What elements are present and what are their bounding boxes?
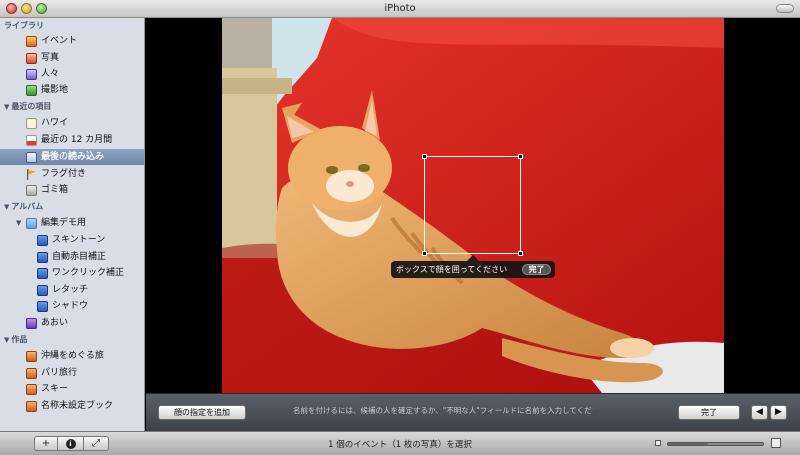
sidebar-item-project[interactable]: スキー [0, 381, 144, 397]
sidebar-item-album[interactable]: ワンクリック補正 [0, 265, 144, 281]
face-selection-box[interactable] [422, 154, 523, 256]
hint-done-button[interactable]: 完了 [522, 264, 551, 275]
sidebar-item-hawaii[interactable]: ハワイ [0, 115, 144, 131]
album-icon [37, 235, 48, 246]
album-icon [37, 301, 48, 312]
event-icon [26, 118, 37, 129]
book-icon [26, 351, 37, 362]
done-button[interactable]: 完了 [678, 405, 740, 420]
sidebar-item-album[interactable]: 自動赤目補正 [0, 249, 144, 265]
title-bar: iPhoto [0, 0, 800, 18]
folder-icon [26, 218, 37, 229]
disclosure-triangle-icon[interactable]: ▼ [4, 101, 9, 113]
sidebar-item-album[interactable]: シャドウ [0, 298, 144, 314]
album-icon [37, 252, 48, 263]
recent-header[interactable]: ▼ 最近の項目 [4, 101, 51, 113]
source-list: ライブラリ イベント 写真 人々 撮影地 ▼ 最近の項目 ハワイ 最近の 12 カ… [0, 18, 145, 431]
faces-message: 名前を付けるには、候補の人を確定するか、"不明な人"フィールドに名前を入力してく… [293, 406, 593, 415]
arrow-right-icon: ▶ [775, 407, 782, 417]
sidebar-item-album[interactable]: レタッチ [0, 282, 144, 298]
zoom-large-icon [771, 438, 781, 448]
resize-handle[interactable] [518, 251, 523, 256]
toolbar-toggle-button[interactable] [776, 4, 794, 13]
disclosure-triangle-icon[interactable]: ▼ [4, 334, 9, 346]
sidebar-item-events[interactable]: イベント [0, 33, 144, 49]
sidebar-item-flagged[interactable]: フラグ付き [0, 166, 144, 182]
people-icon [26, 69, 37, 80]
events-icon [26, 36, 37, 47]
sidebar-item-smart-album[interactable]: あおい [0, 315, 144, 331]
sidebar-item-album[interactable]: スキントーン [0, 232, 144, 248]
photos-icon [26, 53, 37, 64]
arrow-left-icon: ◀ [756, 407, 763, 417]
sidebar-item-photos[interactable]: 写真 [0, 50, 144, 66]
add-face-button[interactable]: 顔の指定を追加 [158, 405, 246, 420]
library-header: ライブラリ [4, 21, 44, 30]
sidebar-item-project[interactable]: パリ旅行 [0, 365, 144, 381]
next-photo-button[interactable]: ▶ [770, 405, 787, 420]
face-hint-popup: ボックスで顔を囲ってください 完了 [391, 261, 555, 278]
disclosure-triangle-icon[interactable]: ▼ [16, 215, 21, 231]
book-icon [26, 384, 37, 395]
previous-photo-button[interactable]: ◀ [751, 405, 768, 420]
albums-header[interactable]: ▼ アルバム [4, 201, 43, 213]
disclosure-triangle-icon[interactable]: ▼ [4, 201, 9, 213]
sidebar-item-trash[interactable]: ゴミ箱 [0, 182, 144, 198]
resize-handle[interactable] [518, 154, 523, 159]
sidebar-item-places[interactable]: 撮影地 [0, 82, 144, 98]
import-icon [26, 152, 37, 163]
sidebar-item-last-import[interactable]: 最後の読み込み [0, 149, 144, 165]
book-icon [26, 401, 37, 412]
resize-handle[interactable] [422, 154, 427, 159]
book-icon [26, 368, 37, 379]
flag-icon [26, 169, 37, 180]
sidebar-item-project[interactable]: 沖縄をめぐる旅 [0, 348, 144, 364]
projects-header[interactable]: ▼ 作品 [4, 334, 27, 346]
sidebar-item-last-12-months[interactable]: 最近の 12 カ月間 [0, 132, 144, 148]
hint-text: ボックスで顔を囲ってください [396, 265, 508, 274]
zoom-slider-fill [668, 443, 708, 445]
window-title: iPhoto [384, 3, 416, 14]
places-icon [26, 85, 37, 96]
sidebar-item-project[interactable]: 名称未設定ブック [0, 398, 144, 414]
sidebar-item-people[interactable]: 人々 [0, 66, 144, 82]
smart-album-icon [26, 318, 37, 329]
zoom-slider[interactable] [667, 442, 764, 446]
faces-bar: 顔の指定を追加 名前を付けるには、候補の人を確定するか、"不明な人"フィールドに… [146, 393, 800, 431]
trash-icon [26, 185, 37, 196]
album-icon [37, 285, 48, 296]
zoom-small-icon [655, 440, 661, 446]
resize-handle[interactable] [422, 251, 427, 256]
album-icon [37, 268, 48, 279]
sidebar-item-album-folder[interactable]: ▼ 編集デモ用 [0, 215, 144, 231]
bottom-toolbar: + i ⤢ 1 個のイベント（1 枚の写真）を選択 [0, 431, 800, 455]
calendar-icon [26, 135, 37, 146]
